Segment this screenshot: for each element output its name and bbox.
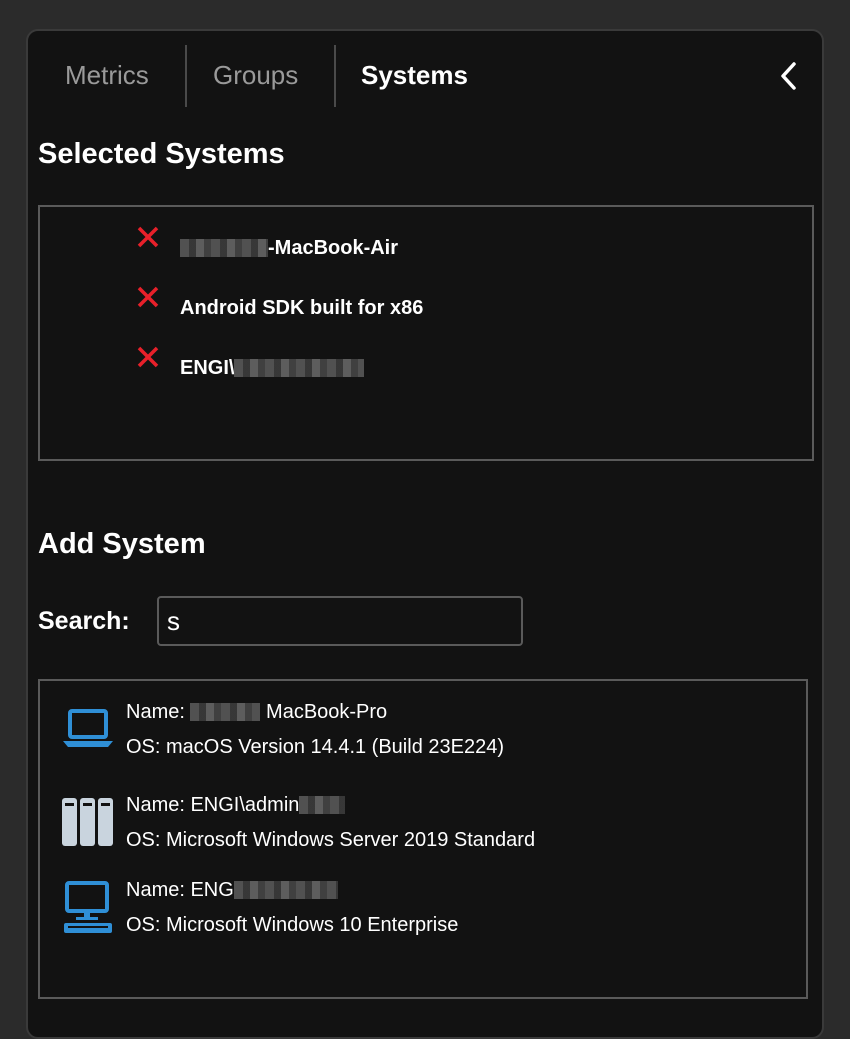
system-os: OS: macOS Version 14.4.1 (Build 23E224) bbox=[126, 736, 504, 758]
search-label: Search: bbox=[38, 607, 130, 635]
redacted-text bbox=[234, 359, 365, 377]
remove-system-button[interactable] bbox=[136, 285, 160, 309]
selected-systems-list: -MacBook-Air Android SDK built for x86 E… bbox=[38, 205, 814, 461]
close-icon bbox=[137, 346, 159, 368]
selected-system-label: -MacBook-Air bbox=[180, 237, 398, 260]
system-name: Name: ENGI\admin bbox=[126, 794, 346, 817]
tab-divider bbox=[185, 45, 187, 107]
server-icon bbox=[62, 798, 113, 846]
redacted-text bbox=[180, 239, 268, 257]
chevron-left-icon bbox=[781, 62, 796, 90]
tab-bar: Metrics Groups Systems bbox=[28, 45, 822, 107]
selected-systems-heading: Selected Systems bbox=[38, 138, 285, 170]
tab-groups[interactable]: Groups bbox=[213, 45, 298, 107]
system-name: Name: ENG bbox=[126, 879, 338, 902]
tab-divider bbox=[334, 45, 336, 107]
redacted-text bbox=[299, 796, 346, 814]
system-os: OS: Microsoft Windows Server 2019 Standa… bbox=[126, 829, 536, 851]
remove-system-button[interactable] bbox=[136, 225, 160, 249]
collapse-panel-button[interactable] bbox=[774, 59, 804, 93]
system-os: OS: Microsoft Windows 10 Enterprise bbox=[126, 914, 459, 936]
tab-metrics[interactable]: Metrics bbox=[65, 45, 149, 107]
add-system-heading: Add System bbox=[38, 528, 206, 560]
system-result-item[interactable]: Name: ENGI\admin OS: Microsoft Windows S… bbox=[40, 786, 806, 866]
remove-system-button[interactable] bbox=[136, 345, 160, 369]
system-results-list: Name: MacBook-Pro OS: macOS Version 14.4… bbox=[38, 679, 808, 999]
selected-system-label: Android SDK built for x86 bbox=[180, 297, 424, 319]
system-result-item[interactable]: Name: MacBook-Pro OS: macOS Version 14.4… bbox=[40, 693, 806, 773]
redacted-text bbox=[233, 881, 338, 899]
systems-panel: Metrics Groups Systems Selected Systems … bbox=[26, 29, 824, 1039]
selected-system-label: ENGI\ bbox=[180, 357, 365, 380]
desktop-icon bbox=[64, 881, 112, 933]
system-name: Name: MacBook-Pro bbox=[126, 701, 388, 723]
system-result-item[interactable]: Name: ENG OS: Microsoft Windows 10 Enter… bbox=[40, 871, 806, 951]
close-icon bbox=[137, 286, 159, 308]
laptop-icon bbox=[63, 709, 113, 747]
redacted-text bbox=[190, 703, 261, 721]
tab-systems[interactable]: Systems bbox=[361, 45, 468, 107]
close-icon bbox=[137, 226, 159, 248]
search-input[interactable] bbox=[157, 596, 523, 646]
